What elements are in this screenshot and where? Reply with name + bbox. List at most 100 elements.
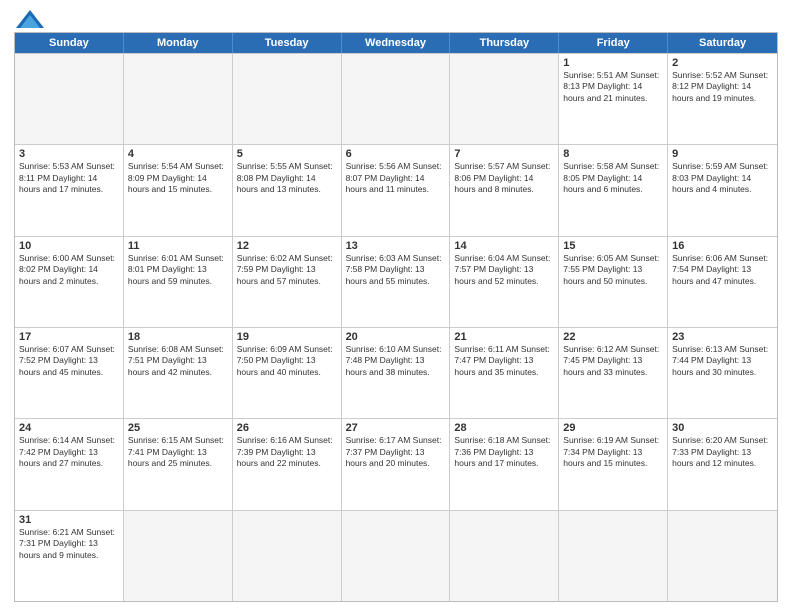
day-number: 30: [672, 422, 773, 434]
calendar-cell: 28Sunrise: 6:18 AM Sunset: 7:36 PM Dayli…: [450, 419, 559, 509]
calendar-cell: 26Sunrise: 6:16 AM Sunset: 7:39 PM Dayli…: [233, 419, 342, 509]
day-info: Sunrise: 6:10 AM Sunset: 7:48 PM Dayligh…: [346, 344, 446, 378]
calendar-header: SundayMondayTuesdayWednesdayThursdayFrid…: [15, 33, 777, 53]
day-number: 22: [563, 331, 663, 343]
day-number: 11: [128, 240, 228, 252]
day-info: Sunrise: 6:13 AM Sunset: 7:44 PM Dayligh…: [672, 344, 773, 378]
calendar-cell: 21Sunrise: 6:11 AM Sunset: 7:47 PM Dayli…: [450, 328, 559, 418]
calendar-row: 24Sunrise: 6:14 AM Sunset: 7:42 PM Dayli…: [15, 418, 777, 509]
header: [14, 10, 778, 28]
weekday-header: Wednesday: [342, 33, 451, 53]
day-info: Sunrise: 6:18 AM Sunset: 7:36 PM Dayligh…: [454, 435, 554, 469]
calendar-cell: 30Sunrise: 6:20 AM Sunset: 7:33 PM Dayli…: [668, 419, 777, 509]
calendar-row: 3Sunrise: 5:53 AM Sunset: 8:11 PM Daylig…: [15, 144, 777, 235]
day-number: 3: [19, 148, 119, 160]
day-number: 13: [346, 240, 446, 252]
day-info: Sunrise: 6:07 AM Sunset: 7:52 PM Dayligh…: [19, 344, 119, 378]
calendar-cell: 20Sunrise: 6:10 AM Sunset: 7:48 PM Dayli…: [342, 328, 451, 418]
calendar-cell: 18Sunrise: 6:08 AM Sunset: 7:51 PM Dayli…: [124, 328, 233, 418]
day-info: Sunrise: 5:51 AM Sunset: 8:13 PM Dayligh…: [563, 70, 663, 104]
calendar-cell: [342, 511, 451, 601]
calendar-cell: 27Sunrise: 6:17 AM Sunset: 7:37 PM Dayli…: [342, 419, 451, 509]
day-number: 8: [563, 148, 663, 160]
day-info: Sunrise: 6:15 AM Sunset: 7:41 PM Dayligh…: [128, 435, 228, 469]
calendar-cell: 25Sunrise: 6:15 AM Sunset: 7:41 PM Dayli…: [124, 419, 233, 509]
calendar-cell: 11Sunrise: 6:01 AM Sunset: 8:01 PM Dayli…: [124, 237, 233, 327]
calendar-cell: 14Sunrise: 6:04 AM Sunset: 7:57 PM Dayli…: [450, 237, 559, 327]
day-number: 27: [346, 422, 446, 434]
calendar-cell: 6Sunrise: 5:56 AM Sunset: 8:07 PM Daylig…: [342, 145, 451, 235]
calendar-cell: 1Sunrise: 5:51 AM Sunset: 8:13 PM Daylig…: [559, 54, 668, 144]
day-info: Sunrise: 5:52 AM Sunset: 8:12 PM Dayligh…: [672, 70, 773, 104]
day-info: Sunrise: 5:58 AM Sunset: 8:05 PM Dayligh…: [563, 161, 663, 195]
day-number: 21: [454, 331, 554, 343]
calendar-cell: 16Sunrise: 6:06 AM Sunset: 7:54 PM Dayli…: [668, 237, 777, 327]
day-number: 18: [128, 331, 228, 343]
calendar-cell: 22Sunrise: 6:12 AM Sunset: 7:45 PM Dayli…: [559, 328, 668, 418]
day-info: Sunrise: 6:08 AM Sunset: 7:51 PM Dayligh…: [128, 344, 228, 378]
weekday-header: Saturday: [668, 33, 777, 53]
day-number: 20: [346, 331, 446, 343]
calendar-cell: 24Sunrise: 6:14 AM Sunset: 7:42 PM Dayli…: [15, 419, 124, 509]
day-info: Sunrise: 6:04 AM Sunset: 7:57 PM Dayligh…: [454, 253, 554, 287]
day-number: 29: [563, 422, 663, 434]
day-info: Sunrise: 5:54 AM Sunset: 8:09 PM Dayligh…: [128, 161, 228, 195]
day-number: 15: [563, 240, 663, 252]
weekday-header: Monday: [124, 33, 233, 53]
logo-area: [14, 10, 44, 28]
calendar-cell: 7Sunrise: 5:57 AM Sunset: 8:06 PM Daylig…: [450, 145, 559, 235]
day-number: 10: [19, 240, 119, 252]
day-number: 1: [563, 57, 663, 69]
weekday-header: Thursday: [450, 33, 559, 53]
calendar-cell: 19Sunrise: 6:09 AM Sunset: 7:50 PM Dayli…: [233, 328, 342, 418]
calendar-cell: 10Sunrise: 6:00 AM Sunset: 8:02 PM Dayli…: [15, 237, 124, 327]
calendar-row: 31Sunrise: 6:21 AM Sunset: 7:31 PM Dayli…: [15, 510, 777, 601]
calendar-cell: 2Sunrise: 5:52 AM Sunset: 8:12 PM Daylig…: [668, 54, 777, 144]
calendar-cell: 29Sunrise: 6:19 AM Sunset: 7:34 PM Dayli…: [559, 419, 668, 509]
calendar-row: 17Sunrise: 6:07 AM Sunset: 7:52 PM Dayli…: [15, 327, 777, 418]
calendar-cell: 4Sunrise: 5:54 AM Sunset: 8:09 PM Daylig…: [124, 145, 233, 235]
day-number: 14: [454, 240, 554, 252]
day-info: Sunrise: 5:59 AM Sunset: 8:03 PM Dayligh…: [672, 161, 773, 195]
day-info: Sunrise: 6:05 AM Sunset: 7:55 PM Dayligh…: [563, 253, 663, 287]
day-number: 5: [237, 148, 337, 160]
day-number: 24: [19, 422, 119, 434]
day-number: 4: [128, 148, 228, 160]
day-info: Sunrise: 6:14 AM Sunset: 7:42 PM Dayligh…: [19, 435, 119, 469]
day-number: 31: [19, 514, 119, 526]
calendar-cell: 8Sunrise: 5:58 AM Sunset: 8:05 PM Daylig…: [559, 145, 668, 235]
day-info: Sunrise: 6:11 AM Sunset: 7:47 PM Dayligh…: [454, 344, 554, 378]
calendar-row: 10Sunrise: 6:00 AM Sunset: 8:02 PM Dayli…: [15, 236, 777, 327]
day-number: 12: [237, 240, 337, 252]
weekday-header: Friday: [559, 33, 668, 53]
calendar-cell: [450, 54, 559, 144]
calendar-row: 1Sunrise: 5:51 AM Sunset: 8:13 PM Daylig…: [15, 53, 777, 144]
day-info: Sunrise: 6:16 AM Sunset: 7:39 PM Dayligh…: [237, 435, 337, 469]
day-number: 25: [128, 422, 228, 434]
calendar-cell: 9Sunrise: 5:59 AM Sunset: 8:03 PM Daylig…: [668, 145, 777, 235]
calendar-cell: 17Sunrise: 6:07 AM Sunset: 7:52 PM Dayli…: [15, 328, 124, 418]
weekday-header: Tuesday: [233, 33, 342, 53]
calendar-cell: [450, 511, 559, 601]
calendar-cell: 23Sunrise: 6:13 AM Sunset: 7:44 PM Dayli…: [668, 328, 777, 418]
calendar: SundayMondayTuesdayWednesdayThursdayFrid…: [14, 32, 778, 602]
day-number: 9: [672, 148, 773, 160]
calendar-cell: 12Sunrise: 6:02 AM Sunset: 7:59 PM Dayli…: [233, 237, 342, 327]
calendar-cell: 5Sunrise: 5:55 AM Sunset: 8:08 PM Daylig…: [233, 145, 342, 235]
calendar-cell: 15Sunrise: 6:05 AM Sunset: 7:55 PM Dayli…: [559, 237, 668, 327]
calendar-cell: [233, 54, 342, 144]
calendar-cell: [233, 511, 342, 601]
calendar-cell: [124, 511, 233, 601]
calendar-cell: 3Sunrise: 5:53 AM Sunset: 8:11 PM Daylig…: [15, 145, 124, 235]
day-info: Sunrise: 6:21 AM Sunset: 7:31 PM Dayligh…: [19, 527, 119, 561]
day-number: 16: [672, 240, 773, 252]
day-number: 7: [454, 148, 554, 160]
day-info: Sunrise: 6:12 AM Sunset: 7:45 PM Dayligh…: [563, 344, 663, 378]
day-number: 28: [454, 422, 554, 434]
day-info: Sunrise: 5:55 AM Sunset: 8:08 PM Dayligh…: [237, 161, 337, 195]
calendar-body: 1Sunrise: 5:51 AM Sunset: 8:13 PM Daylig…: [15, 53, 777, 601]
day-info: Sunrise: 6:20 AM Sunset: 7:33 PM Dayligh…: [672, 435, 773, 469]
day-info: Sunrise: 6:06 AM Sunset: 7:54 PM Dayligh…: [672, 253, 773, 287]
logo-icon: [16, 10, 44, 28]
day-info: Sunrise: 6:03 AM Sunset: 7:58 PM Dayligh…: [346, 253, 446, 287]
